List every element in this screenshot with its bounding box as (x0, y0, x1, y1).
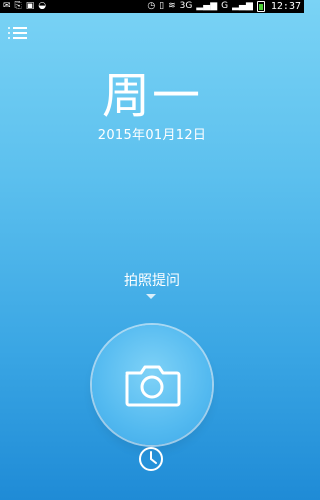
alarm-icon: ◷ (147, 1, 156, 11)
photo-question-hint: 拍照提问 (124, 273, 180, 289)
weekday-title: 周一 (101, 68, 202, 124)
status-bar: ✉ ⎘ ▣ ◒ ◷ ▯ ≋ 3G ▂▄▆ G ▂▄▆ 12:37 (0, 0, 304, 13)
date-label: 2015年01月12日 (97, 128, 207, 143)
network-type-label: 3G (179, 1, 193, 11)
signal-icon: ▂▄▆ (196, 1, 218, 11)
usb-icon: ⎘ (14, 1, 22, 11)
android-icon: ◒ (38, 1, 47, 11)
camera-button[interactable] (92, 325, 212, 445)
clock-time: 12:37 (270, 1, 301, 12)
vibrate-icon: ▯ (159, 1, 165, 11)
signal-icon-2: ▂▄▆ (232, 1, 253, 11)
mail-icon: ✉ (3, 1, 11, 11)
status-bar-right: ◷ ▯ ≋ 3G ▂▄▆ G ▂▄▆ 12:37 (144, 0, 304, 13)
history-button[interactable] (138, 446, 164, 472)
image-icon: ▣ (25, 1, 35, 11)
caret-down-icon (146, 294, 156, 299)
wifi-icon: ≋ (168, 1, 176, 11)
list-menu-icon[interactable] (8, 26, 28, 40)
camera-icon (123, 363, 181, 407)
battery-icon (256, 1, 265, 12)
clock-icon (138, 447, 164, 476)
network-type-label-2: G (221, 1, 229, 11)
status-bar-left: ✉ ⎘ ▣ ◒ (0, 0, 49, 13)
